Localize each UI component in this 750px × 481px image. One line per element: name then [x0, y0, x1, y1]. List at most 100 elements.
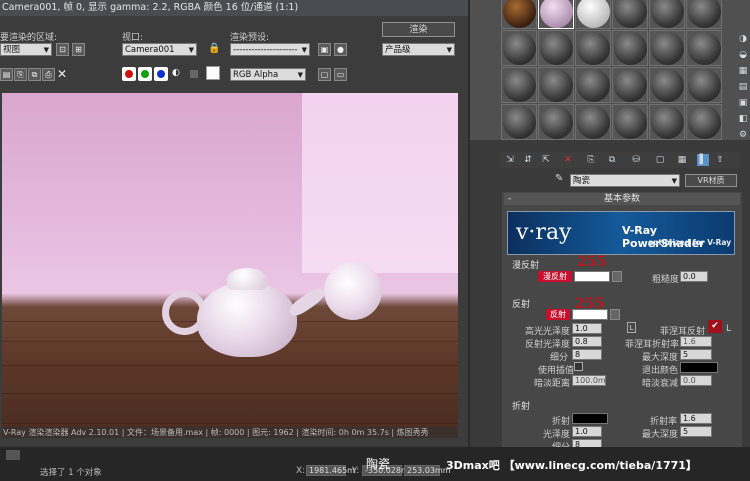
blue-channel-button[interactable]: [154, 67, 168, 81]
material-sample-slot[interactable]: [575, 104, 611, 140]
edit-region-icon[interactable]: ⊡: [56, 43, 69, 56]
max-depth-input[interactable]: 5: [680, 349, 712, 360]
material-sample-slot[interactable]: [538, 104, 574, 140]
clone-frame-icon[interactable]: ⧉: [28, 68, 41, 81]
diffuse-map-button[interactable]: [612, 271, 622, 282]
video-check-icon[interactable]: ▣: [736, 96, 750, 110]
red-channel-button[interactable]: [122, 67, 136, 81]
material-sample-slot[interactable]: [649, 104, 685, 140]
show-map-icon[interactable]: ▦: [676, 154, 688, 166]
basic-params-header[interactable]: - 基本参数: [504, 193, 740, 205]
z-coord-input[interactable]: 253.03mm: [404, 465, 451, 476]
sample-sphere: [503, 69, 536, 102]
area-select[interactable]: 视图 ▼: [0, 43, 52, 56]
hilight-lock-button[interactable]: L: [627, 322, 636, 333]
material-sample-slot[interactable]: [649, 67, 685, 103]
material-name-field[interactable]: 陶瓷 ▼: [570, 174, 680, 187]
material-sample-slot[interactable]: [575, 30, 611, 66]
clear-icon[interactable]: ✕: [57, 67, 69, 81]
material-sample-slot[interactable]: [501, 30, 537, 66]
material-sample-slot[interactable]: [686, 67, 722, 103]
material-sample-slot[interactable]: [686, 104, 722, 140]
reflect-color-swatch[interactable]: [572, 309, 608, 320]
background-icon[interactable]: ▦: [736, 64, 750, 78]
copy-material-icon[interactable]: ⎘: [585, 154, 597, 166]
put-library-icon[interactable]: ⛁: [630, 154, 642, 166]
effects-channel-icon[interactable]: ▢: [654, 154, 666, 166]
dim-falloff-input[interactable]: 0.0: [680, 375, 712, 386]
material-type-button[interactable]: VR材质: [685, 174, 737, 187]
refl-gloss-input[interactable]: 0.8: [572, 336, 602, 347]
material-sample-slot[interactable]: [649, 30, 685, 66]
render-button[interactable]: 渲染: [382, 22, 455, 37]
material-sample-slot[interactable]: [538, 67, 574, 103]
viewport-select[interactable]: Camera001 ▼: [122, 43, 197, 56]
print-icon[interactable]: ⎙: [42, 68, 55, 81]
backlight-icon[interactable]: ◒: [736, 48, 750, 62]
exit-color-label: 退出颜色: [642, 366, 679, 376]
maxscript-listener-icon[interactable]: [6, 450, 20, 460]
material-sample-slot[interactable]: [575, 67, 611, 103]
options-icon[interactable]: ⚙: [736, 128, 750, 142]
reset-icon[interactable]: ✕: [562, 154, 574, 166]
material-sample-slot[interactable]: [501, 104, 537, 140]
alpha-channel-icon[interactable]: ◐: [172, 68, 182, 80]
channel-select[interactable]: RGB Alpha ▼: [230, 68, 306, 81]
diffuse-color-swatch[interactable]: [574, 271, 610, 282]
green-channel-button[interactable]: [138, 67, 152, 81]
material-sample-slot[interactable]: [612, 104, 648, 140]
get-material-icon[interactable]: ⇲: [504, 154, 516, 166]
refr-max-depth-input[interactable]: 5: [680, 426, 712, 437]
auto-region-icon[interactable]: ⊞: [72, 43, 85, 56]
material-sample-slot[interactable]: [575, 0, 611, 29]
unique-icon[interactable]: ⧉: [606, 154, 618, 166]
copy-image-icon[interactable]: ⎘: [14, 68, 27, 81]
sample-sphere: [651, 69, 684, 102]
monochrome-icon[interactable]: [190, 70, 198, 78]
fresnel-ior-input[interactable]: 1.6: [680, 336, 712, 347]
reflect-map-button[interactable]: [610, 309, 620, 320]
material-sample-slot[interactable]: [501, 67, 537, 103]
material-sample-slot[interactable]: [686, 30, 722, 66]
material-sample-slot[interactable]: [612, 0, 648, 29]
hilight-gloss-label: 高光光泽度: [525, 327, 571, 337]
quality-select[interactable]: 产品级 ▼: [382, 43, 455, 56]
save-preset-icon[interactable]: ▣: [318, 43, 331, 56]
load-preset-icon[interactable]: ●: [334, 43, 347, 56]
swatch-white[interactable]: [206, 66, 220, 80]
lock-icon[interactable]: 🔒: [208, 43, 220, 56]
mono-display-icon[interactable]: ▭: [334, 68, 347, 81]
go-parent-icon[interactable]: ⇧: [714, 154, 726, 166]
sample-type-icon[interactable]: ◑: [736, 32, 750, 46]
sample-sphere: [577, 69, 610, 102]
subdivs-input[interactable]: 8: [572, 349, 602, 360]
material-sample-slot[interactable]: [649, 0, 685, 29]
material-sample-slot[interactable]: [501, 0, 537, 29]
roughness-input[interactable]: 0.0: [680, 271, 708, 282]
use-interp-checkbox[interactable]: [574, 362, 583, 371]
put-to-scene-icon[interactable]: ⇵: [522, 154, 534, 166]
material-sample-slot[interactable]: [538, 30, 574, 66]
preview-icon[interactable]: ◧: [736, 112, 750, 126]
sample-sphere: [688, 0, 721, 28]
material-sample-slot[interactable]: [538, 0, 574, 29]
fresnel-checkbox[interactable]: ✔: [708, 320, 722, 333]
refract-color-swatch[interactable]: [572, 413, 608, 424]
save-image-icon[interactable]: ▤: [0, 68, 13, 81]
material-sample-slot[interactable]: [686, 0, 722, 29]
exit-color-swatch[interactable]: [680, 362, 718, 373]
material-sample-slot[interactable]: [612, 30, 648, 66]
assign-material-icon[interactable]: ⇱: [540, 154, 552, 166]
material-sample-slot[interactable]: [612, 67, 648, 103]
ior-input[interactable]: 1.6: [680, 413, 712, 424]
x-coord-input[interactable]: 1981.465m: [306, 465, 355, 476]
display-alpha-icon[interactable]: ▢: [318, 68, 331, 81]
frame-window-title: Camera001, 帧 0, 显示 gamma: 2.2, RGBA 颜色 1…: [0, 0, 468, 16]
preset-select[interactable]: --------------------- ▼: [230, 43, 310, 56]
pick-material-icon[interactable]: ✎: [555, 173, 567, 185]
show-end-icon[interactable]: ▌: [697, 154, 709, 166]
tiling-icon[interactable]: ▤: [736, 80, 750, 94]
hilight-gloss-input[interactable]: 1.0: [572, 323, 602, 334]
glossiness-input[interactable]: 1.0: [572, 426, 602, 437]
dim-dist-input[interactable]: 100.0m: [572, 375, 606, 386]
